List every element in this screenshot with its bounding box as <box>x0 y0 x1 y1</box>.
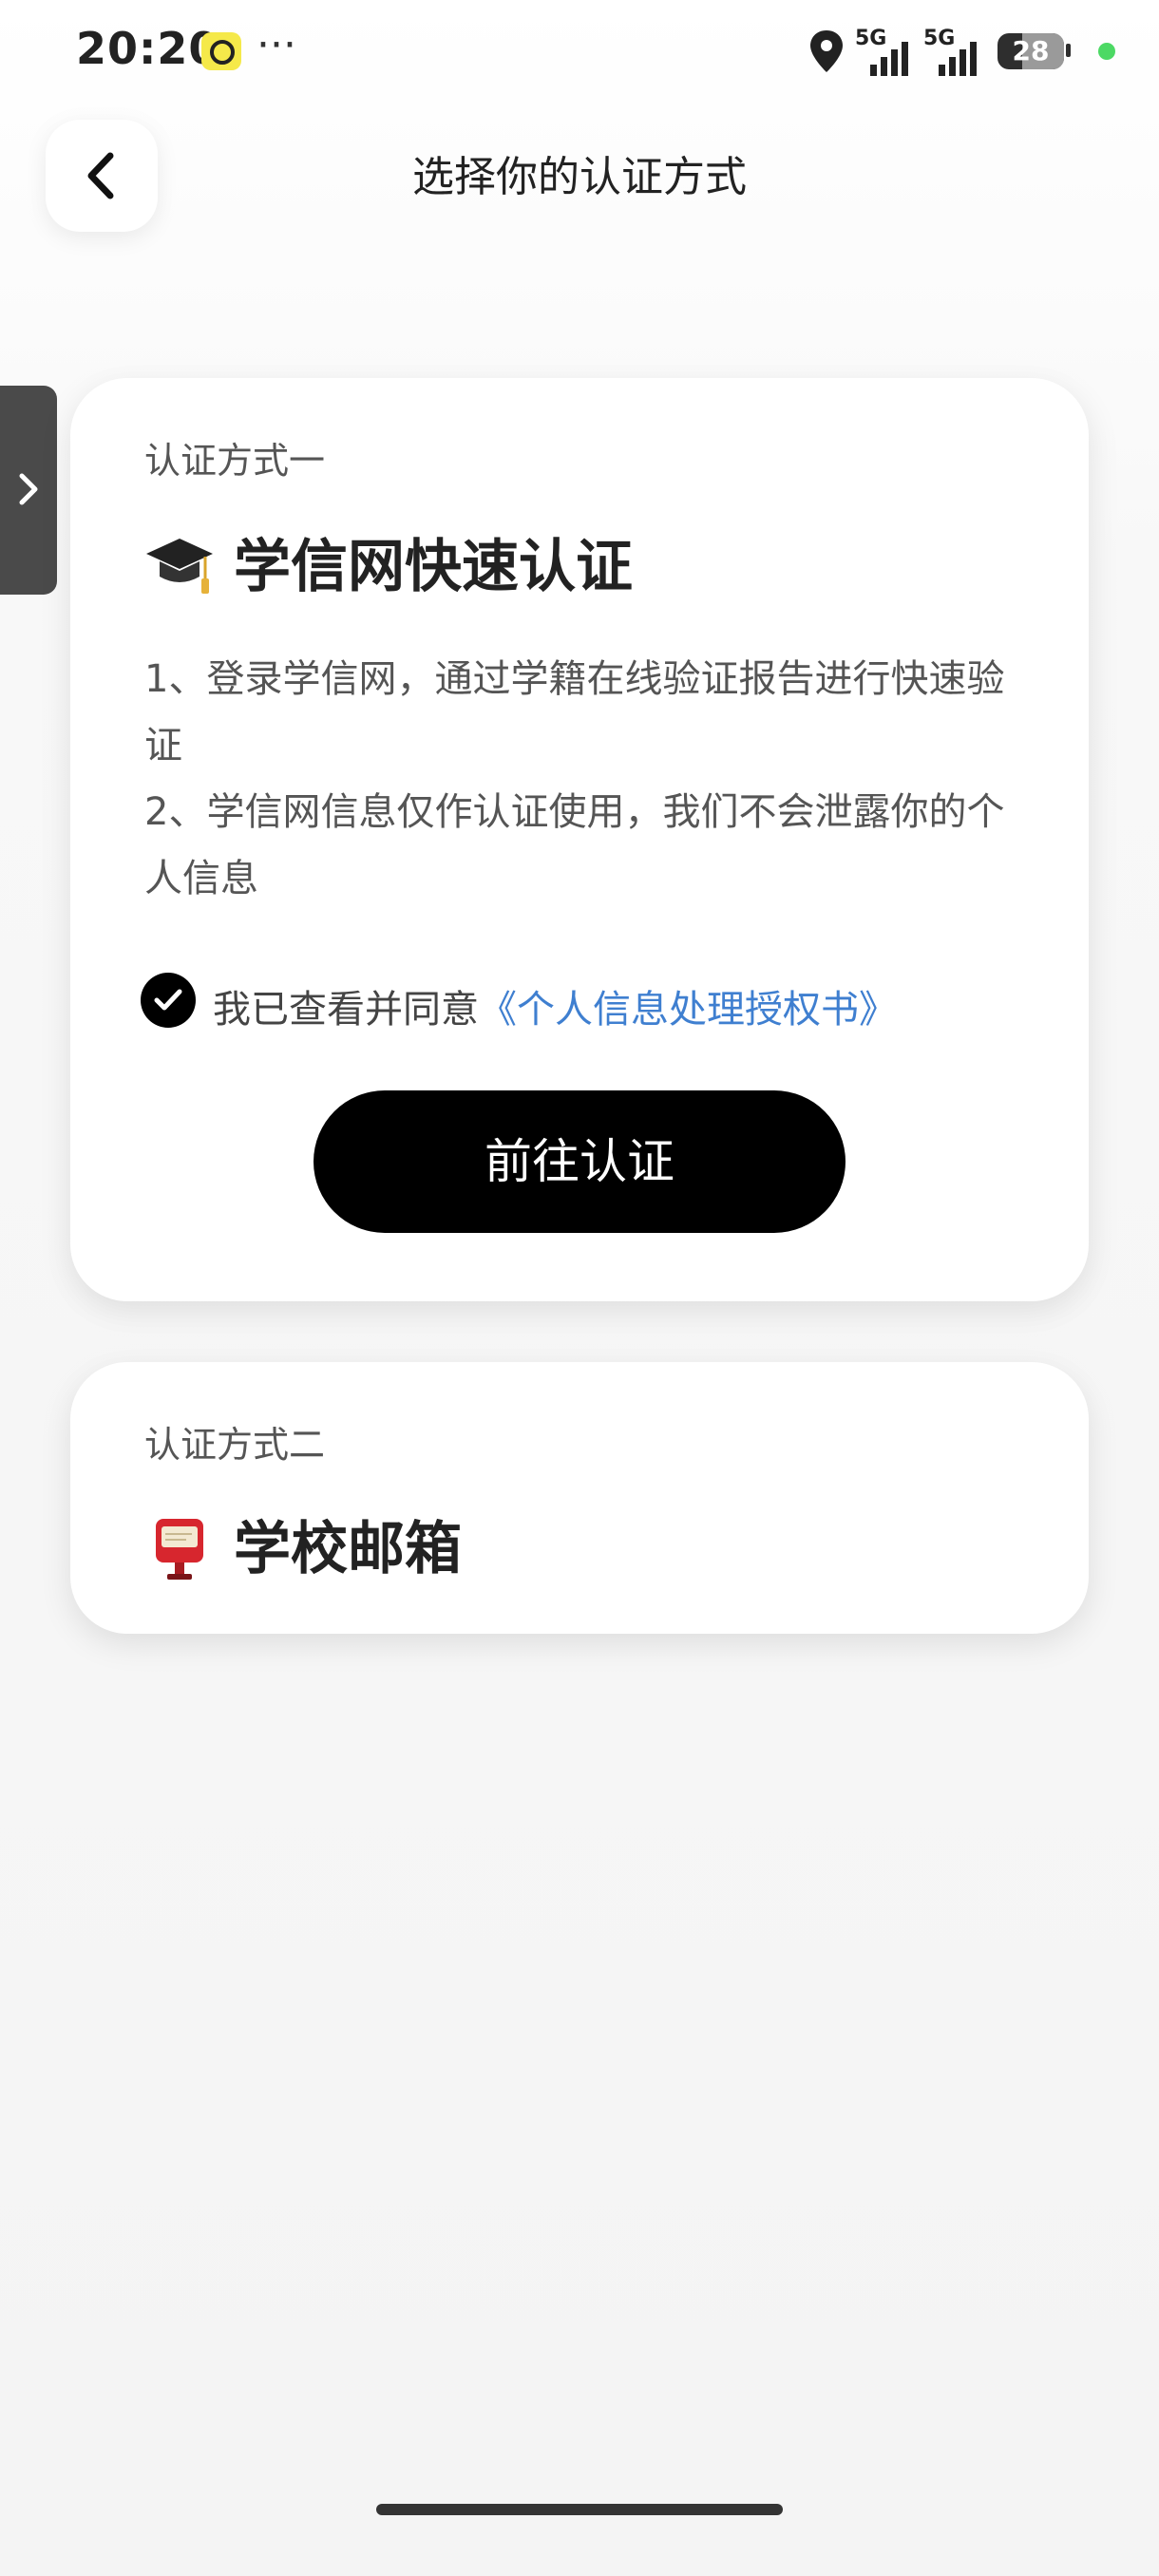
method-title-text: 学校邮箱 <box>234 1516 462 1582</box>
consent-text: 我已查看并同意《个人信息处理授权书》 <box>213 978 897 1033</box>
checkmark-icon <box>154 989 182 1011</box>
description-line: 2、学信网信息仅作认证使用，我们不会泄露你的个人信息 <box>144 790 1005 900</box>
consent-prefix: 我已查看并同意 <box>213 988 479 1032</box>
description-line: 1、登录学信网，通过学籍在线验证报告进行快速验证 <box>144 657 1005 767</box>
app-badge-icon <box>201 32 241 70</box>
go-verify-button[interactable]: 前往认证 <box>314 1090 846 1233</box>
consent-checkbox[interactable] <box>141 973 196 1028</box>
method-title: 学校邮箱 <box>144 1503 462 1587</box>
privacy-indicator-dot <box>1098 43 1115 60</box>
side-drawer-tab[interactable] <box>0 386 57 595</box>
page-title: 选择你的认证方式 <box>412 153 747 201</box>
status-indicators: 5G 5G 28 <box>808 27 1121 76</box>
consent-row: 我已查看并同意《个人信息处理授权书》 <box>141 973 1053 1033</box>
location-icon <box>810 30 843 72</box>
verification-method-card-2[interactable]: 认证方式二 学校邮箱 <box>70 1362 1089 1634</box>
home-indicator[interactable] <box>376 2504 783 2515</box>
status-bar: 20:20 ··· 5G 5G 28 <box>0 0 1159 104</box>
battery-level: 28 <box>1012 35 1050 66</box>
verification-method-card-1: 认证方式一 学信网快速认证 1、登录学信网，通过学籍在线验证报告进行快速验证 2… <box>70 378 1089 1301</box>
status-time: 20:20 <box>76 23 220 74</box>
method-label: 认证方式二 <box>144 1424 326 1466</box>
method-description: 1、登录学信网，通过学籍在线验证报告进行快速验证 2、学信网信息仅作认证使用，我… <box>144 646 1037 912</box>
status-more-icon: ··· <box>256 21 296 69</box>
battery-cap <box>1066 44 1071 57</box>
signal-icon: 5G <box>923 27 996 76</box>
method-label: 认证方式一 <box>144 440 326 482</box>
chevron-right-icon <box>19 473 38 505</box>
postbox-icon <box>156 1519 203 1581</box>
method-title: 学信网快速认证 <box>144 521 633 605</box>
privacy-authorization-link[interactable]: 《个人信息处理授权书》 <box>479 988 897 1032</box>
battery-icon: 28 <box>998 33 1064 69</box>
signal-icon: 5G <box>855 27 927 76</box>
graduation-cap-icon <box>146 539 213 595</box>
method-title-text: 学信网快速认证 <box>234 534 633 600</box>
